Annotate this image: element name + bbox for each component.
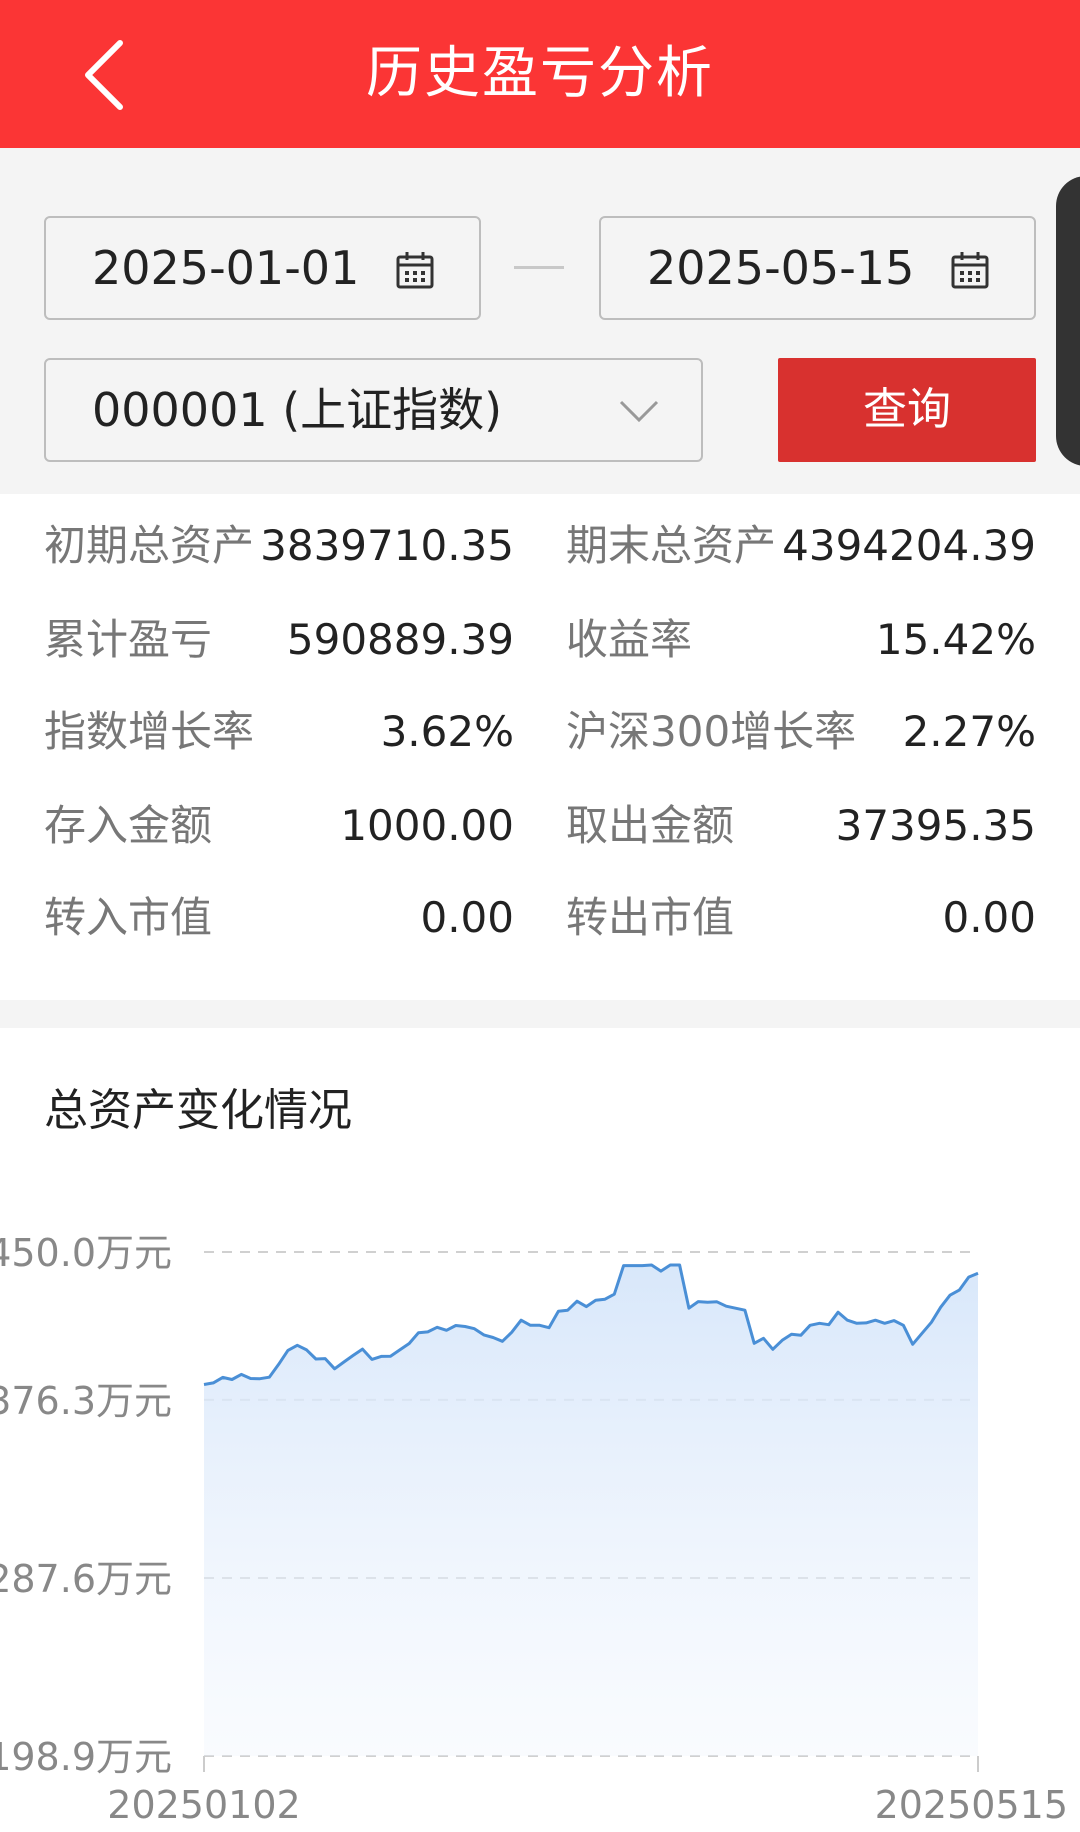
side-drawer-handle[interactable] (1056, 176, 1080, 466)
stat-transfer-in: 转入市值 0.00 (44, 888, 514, 948)
asset-chart-card: 总资产变化情况 450.0万元 376.3万元 287.6万元 198.9万元 2025… (0, 1028, 1080, 1832)
stat-value: 15.42% (875, 615, 1036, 664)
asset-chart: 450.0万元 376.3万元 287.6万元 198.9万元20250102 2025… (0, 1231, 1068, 1827)
stat-value: 3.62% (380, 707, 514, 756)
stat-value: 590889.39 (286, 615, 514, 664)
stat-value: 0.00 (420, 893, 514, 942)
start-date-picker[interactable]: 2025-01-01 (44, 216, 481, 320)
stat-cumulative-pnl: 累计盈亏 590889.39 (44, 610, 514, 670)
stat-value: 0.00 (942, 893, 1036, 942)
start-date-value: 2025-01-01 (92, 241, 360, 295)
stat-label: 初期总资产 (44, 521, 255, 570)
end-date-picker[interactable]: 2025-05-15 (599, 216, 1036, 320)
y-tick-label: 376.3万元 (0, 1379, 172, 1423)
y-tick-label: 287.6万元 (0, 1557, 172, 1601)
app-header: 历史盈亏分析 (0, 0, 1080, 148)
chevron-left-icon (85, 40, 123, 110)
calendar-icon (951, 252, 989, 289)
calendar-icon (396, 252, 434, 289)
stat-transfer-out: 转出市值 0.00 (566, 888, 1036, 948)
chevron-down-icon (619, 400, 659, 423)
stat-label: 转出市值 (566, 893, 735, 942)
stat-label: 指数增长率 (44, 707, 255, 756)
series-area (204, 1265, 978, 1756)
stat-value: 3839710.35 (260, 521, 514, 570)
stat-index-growth: 指数增长率 3.62% (44, 702, 514, 762)
query-button[interactable]: 查询 (778, 358, 1036, 462)
end-date-value: 2025-05-15 (647, 241, 915, 295)
account-select-value: 000001 (上证指数) (92, 383, 503, 437)
stat-label: 沪深300增长率 (566, 707, 857, 756)
stat-label: 存入金额 (44, 801, 213, 850)
stats-panel: 初期总资产 3839710.35 期末总资产 4394204.39 累计盈亏 5… (0, 494, 1080, 1000)
stat-label: 收益率 (566, 615, 693, 664)
back-button[interactable] (60, 30, 150, 120)
stat-hs300-growth: 沪深300增长率 2.27% (566, 702, 1036, 762)
stat-label: 期末总资产 (566, 521, 777, 570)
page-title: 历史盈亏分析 (366, 41, 714, 106)
stat-label: 转入市值 (44, 893, 213, 942)
stat-label: 取出金额 (566, 801, 735, 850)
stat-return-rate: 收益率 15.42% (566, 610, 1036, 670)
stat-initial-assets: 初期总资产 3839710.35 (44, 516, 514, 576)
account-select[interactable]: 000001 (上证指数) (44, 358, 703, 462)
y-tick-label: 450.0万元 (0, 1231, 172, 1275)
stat-value: 1000.00 (340, 801, 514, 850)
x-tick-label: 20250515 (875, 1783, 1068, 1827)
stat-value: 4394204.39 (782, 521, 1036, 570)
x-tick-label: 20250102 (107, 1783, 300, 1827)
stat-withdrawal: 取出金额 37395.35 (566, 796, 1036, 856)
stat-deposit: 存入金额 1000.00 (44, 796, 514, 856)
stat-final-assets: 期末总资产 4394204.39 (566, 516, 1036, 576)
stat-value: 37395.35 (835, 801, 1036, 850)
stat-label: 累计盈亏 (44, 615, 213, 664)
stat-value: 2.27% (902, 707, 1036, 756)
y-tick-label: 198.9万元 (0, 1735, 172, 1779)
date-range-separator (514, 266, 564, 269)
